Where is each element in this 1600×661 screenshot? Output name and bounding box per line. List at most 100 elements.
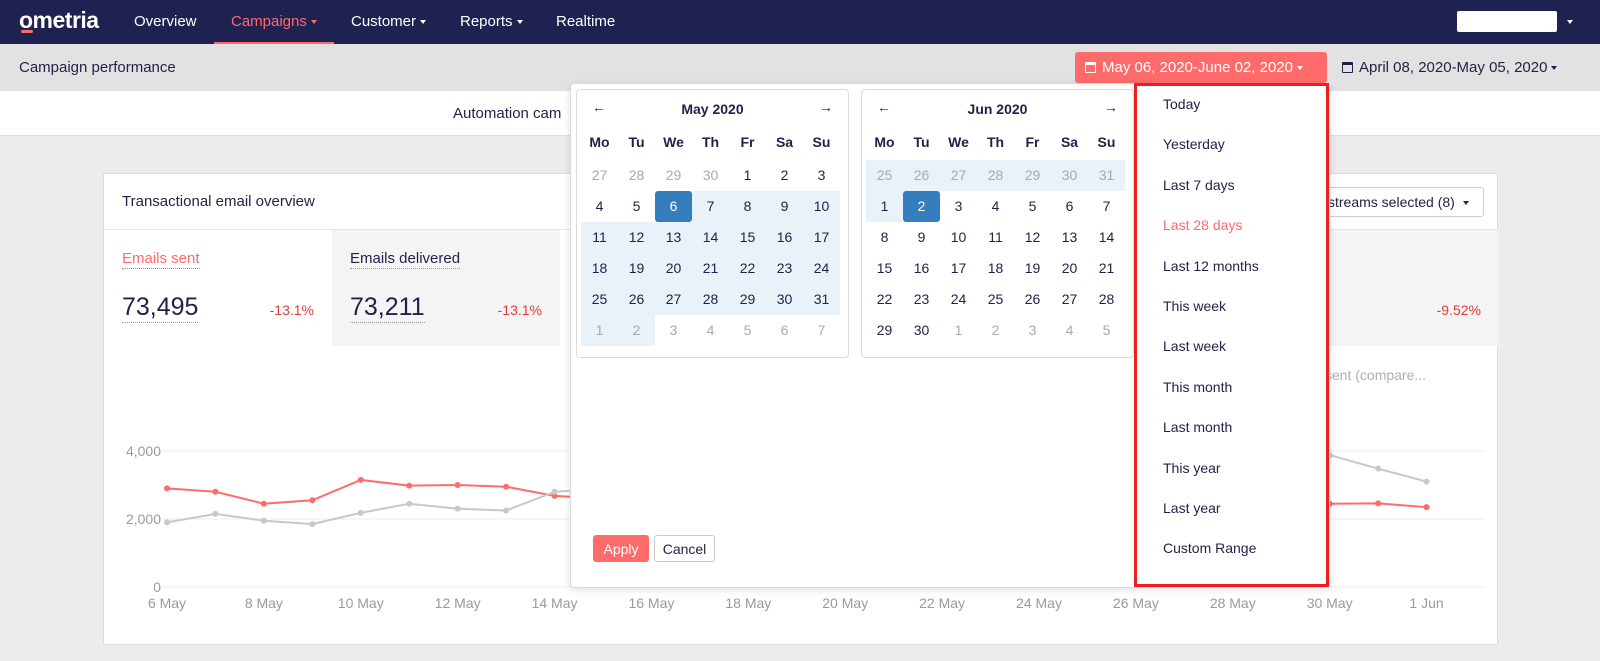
calendar-day[interactable]: 13 xyxy=(655,222,692,253)
calendar-day[interactable]: 29 xyxy=(866,315,903,346)
calendar-day[interactable]: 1 xyxy=(581,315,618,346)
range-option-last-12-months[interactable]: Last 12 months xyxy=(1163,258,1259,274)
calendar-day[interactable]: 31 xyxy=(803,284,840,315)
data-point[interactable] xyxy=(260,517,267,524)
calendar-day[interactable]: 27 xyxy=(940,160,977,191)
tab-automation-campaigns[interactable]: Automation cam xyxy=(453,105,561,122)
range-option-last-week[interactable]: Last week xyxy=(1163,338,1226,354)
range-option-this-week[interactable]: This week xyxy=(1163,298,1226,314)
data-point[interactable] xyxy=(1423,478,1430,485)
data-point[interactable] xyxy=(309,521,316,528)
calendar-day[interactable]: 20 xyxy=(1051,253,1088,284)
calendar-day[interactable]: 2 xyxy=(618,315,655,346)
calendar-day[interactable]: 30 xyxy=(903,315,940,346)
data-point[interactable] xyxy=(503,507,510,514)
calendar-day[interactable]: 4 xyxy=(692,315,729,346)
calendar-day[interactable]: 4 xyxy=(1051,315,1088,346)
calendar-day[interactable]: 5 xyxy=(618,191,655,222)
arrow-right-icon[interactable]: → xyxy=(1101,99,1121,115)
calendar-day[interactable]: 26 xyxy=(903,160,940,191)
calendar-day[interactable]: 9 xyxy=(766,191,803,222)
nav-item-campaigns[interactable]: Campaigns xyxy=(214,0,334,44)
calendar-day[interactable]: 13 xyxy=(1051,222,1088,253)
calendar-day[interactable]: 18 xyxy=(977,253,1014,284)
data-point[interactable] xyxy=(164,519,170,526)
calendar-day[interactable]: 30 xyxy=(1051,160,1088,191)
calendar-day[interactable]: 26 xyxy=(618,284,655,315)
metric-emails-sent[interactable]: Emails sent 73,495 -13.1% xyxy=(104,230,332,346)
nav-search-box[interactable] xyxy=(1457,11,1557,32)
calendar-day[interactable]: 25 xyxy=(977,284,1014,315)
calendar-day[interactable]: 5 xyxy=(729,315,766,346)
calendar-day[interactable]: 12 xyxy=(618,222,655,253)
calendar-day[interactable]: 4 xyxy=(581,191,618,222)
compare-range-button[interactable]: April 08, 2020-May 05, 2020 xyxy=(1340,52,1570,83)
calendar-day[interactable]: 21 xyxy=(692,253,729,284)
range-option-last-month[interactable]: Last month xyxy=(1163,419,1232,435)
calendar-day[interactable]: 24 xyxy=(940,284,977,315)
calendar-day[interactable]: 28 xyxy=(977,160,1014,191)
range-option-this-year[interactable]: This year xyxy=(1163,460,1221,476)
calendar-day[interactable]: 20 xyxy=(655,253,692,284)
calendar-day[interactable]: 19 xyxy=(618,253,655,284)
calendar-day[interactable]: 15 xyxy=(866,253,903,284)
data-point[interactable] xyxy=(551,488,558,495)
calendar-day[interactable]: 8 xyxy=(866,222,903,253)
range-option-custom-range[interactable]: Custom Range xyxy=(1163,540,1256,556)
calendar-day[interactable]: 19 xyxy=(1014,253,1051,284)
calendar-day[interactable]: 6 xyxy=(1051,191,1088,222)
calendar-day[interactable]: 29 xyxy=(729,284,766,315)
calendar-day[interactable]: 18 xyxy=(581,253,618,284)
data-point[interactable] xyxy=(164,485,170,492)
calendar-day[interactable]: 27 xyxy=(655,284,692,315)
calendar-day[interactable]: 23 xyxy=(903,284,940,315)
calendar-day[interactable]: 31 xyxy=(1088,160,1125,191)
nav-item-reports[interactable]: Reports xyxy=(443,0,540,44)
calendar-day[interactable]: 5 xyxy=(1088,315,1125,346)
calendar-day[interactable]: 27 xyxy=(1051,284,1088,315)
calendar-day[interactable]: 11 xyxy=(977,222,1014,253)
data-point[interactable] xyxy=(357,476,364,483)
data-point[interactable] xyxy=(357,509,364,516)
data-point[interactable] xyxy=(1375,465,1382,472)
calendar-day[interactable]: 3 xyxy=(803,160,840,191)
data-point[interactable] xyxy=(212,510,219,517)
calendar-day[interactable]: 2 xyxy=(977,315,1014,346)
nav-item-customer[interactable]: Customer xyxy=(334,0,443,44)
range-option-today[interactable]: Today xyxy=(1163,96,1200,112)
data-point[interactable] xyxy=(260,500,267,507)
range-option-this-month[interactable]: This month xyxy=(1163,379,1232,395)
streams-filter-dropdown[interactable]: streams selected (8) xyxy=(1319,187,1484,217)
nav-item-overview[interactable]: Overview xyxy=(117,0,214,44)
calendar-day[interactable]: 25 xyxy=(866,160,903,191)
calendar-day[interactable]: 29 xyxy=(655,160,692,191)
range-option-yesterday[interactable]: Yesterday xyxy=(1163,136,1225,152)
calendar-day[interactable]: 15 xyxy=(729,222,766,253)
data-point[interactable] xyxy=(1423,504,1430,511)
calendar-day[interactable]: 7 xyxy=(803,315,840,346)
range-option-last-28-days[interactable]: Last 28 days xyxy=(1163,217,1242,233)
calendar-day[interactable]: 3 xyxy=(1014,315,1051,346)
calendar-day[interactable]: 9 xyxy=(903,222,940,253)
data-point[interactable] xyxy=(503,483,510,490)
arrow-right-icon[interactable]: → xyxy=(816,99,836,115)
data-point[interactable] xyxy=(454,482,461,488)
calendar-day[interactable]: 6 xyxy=(766,315,803,346)
cancel-button[interactable]: Cancel xyxy=(654,535,715,562)
calendar-day[interactable]: 30 xyxy=(692,160,729,191)
calendar-day[interactable]: 21 xyxy=(1088,253,1125,284)
calendar-day[interactable]: 26 xyxy=(1014,284,1051,315)
metric-emails-delivered[interactable]: Emails delivered 73,211 -13.1% xyxy=(332,230,560,346)
calendar-day[interactable]: 28 xyxy=(1088,284,1125,315)
account-chevron-down-icon[interactable] xyxy=(1567,20,1573,24)
calendar-day[interactable]: 2 xyxy=(766,160,803,191)
apply-button[interactable]: Apply xyxy=(593,535,649,562)
calendar-day[interactable]: 22 xyxy=(729,253,766,284)
calendar-day[interactable]: 7 xyxy=(692,191,729,222)
date-range-button[interactable]: May 06, 2020-June 02, 2020 xyxy=(1075,52,1327,83)
calendar-day[interactable]: 12 xyxy=(1014,222,1051,253)
data-point[interactable] xyxy=(309,497,316,504)
calendar-day[interactable]: 5 xyxy=(1014,191,1051,222)
calendar-day-selected[interactable]: 2 xyxy=(903,191,940,222)
calendar-day[interactable]: 25 xyxy=(581,284,618,315)
